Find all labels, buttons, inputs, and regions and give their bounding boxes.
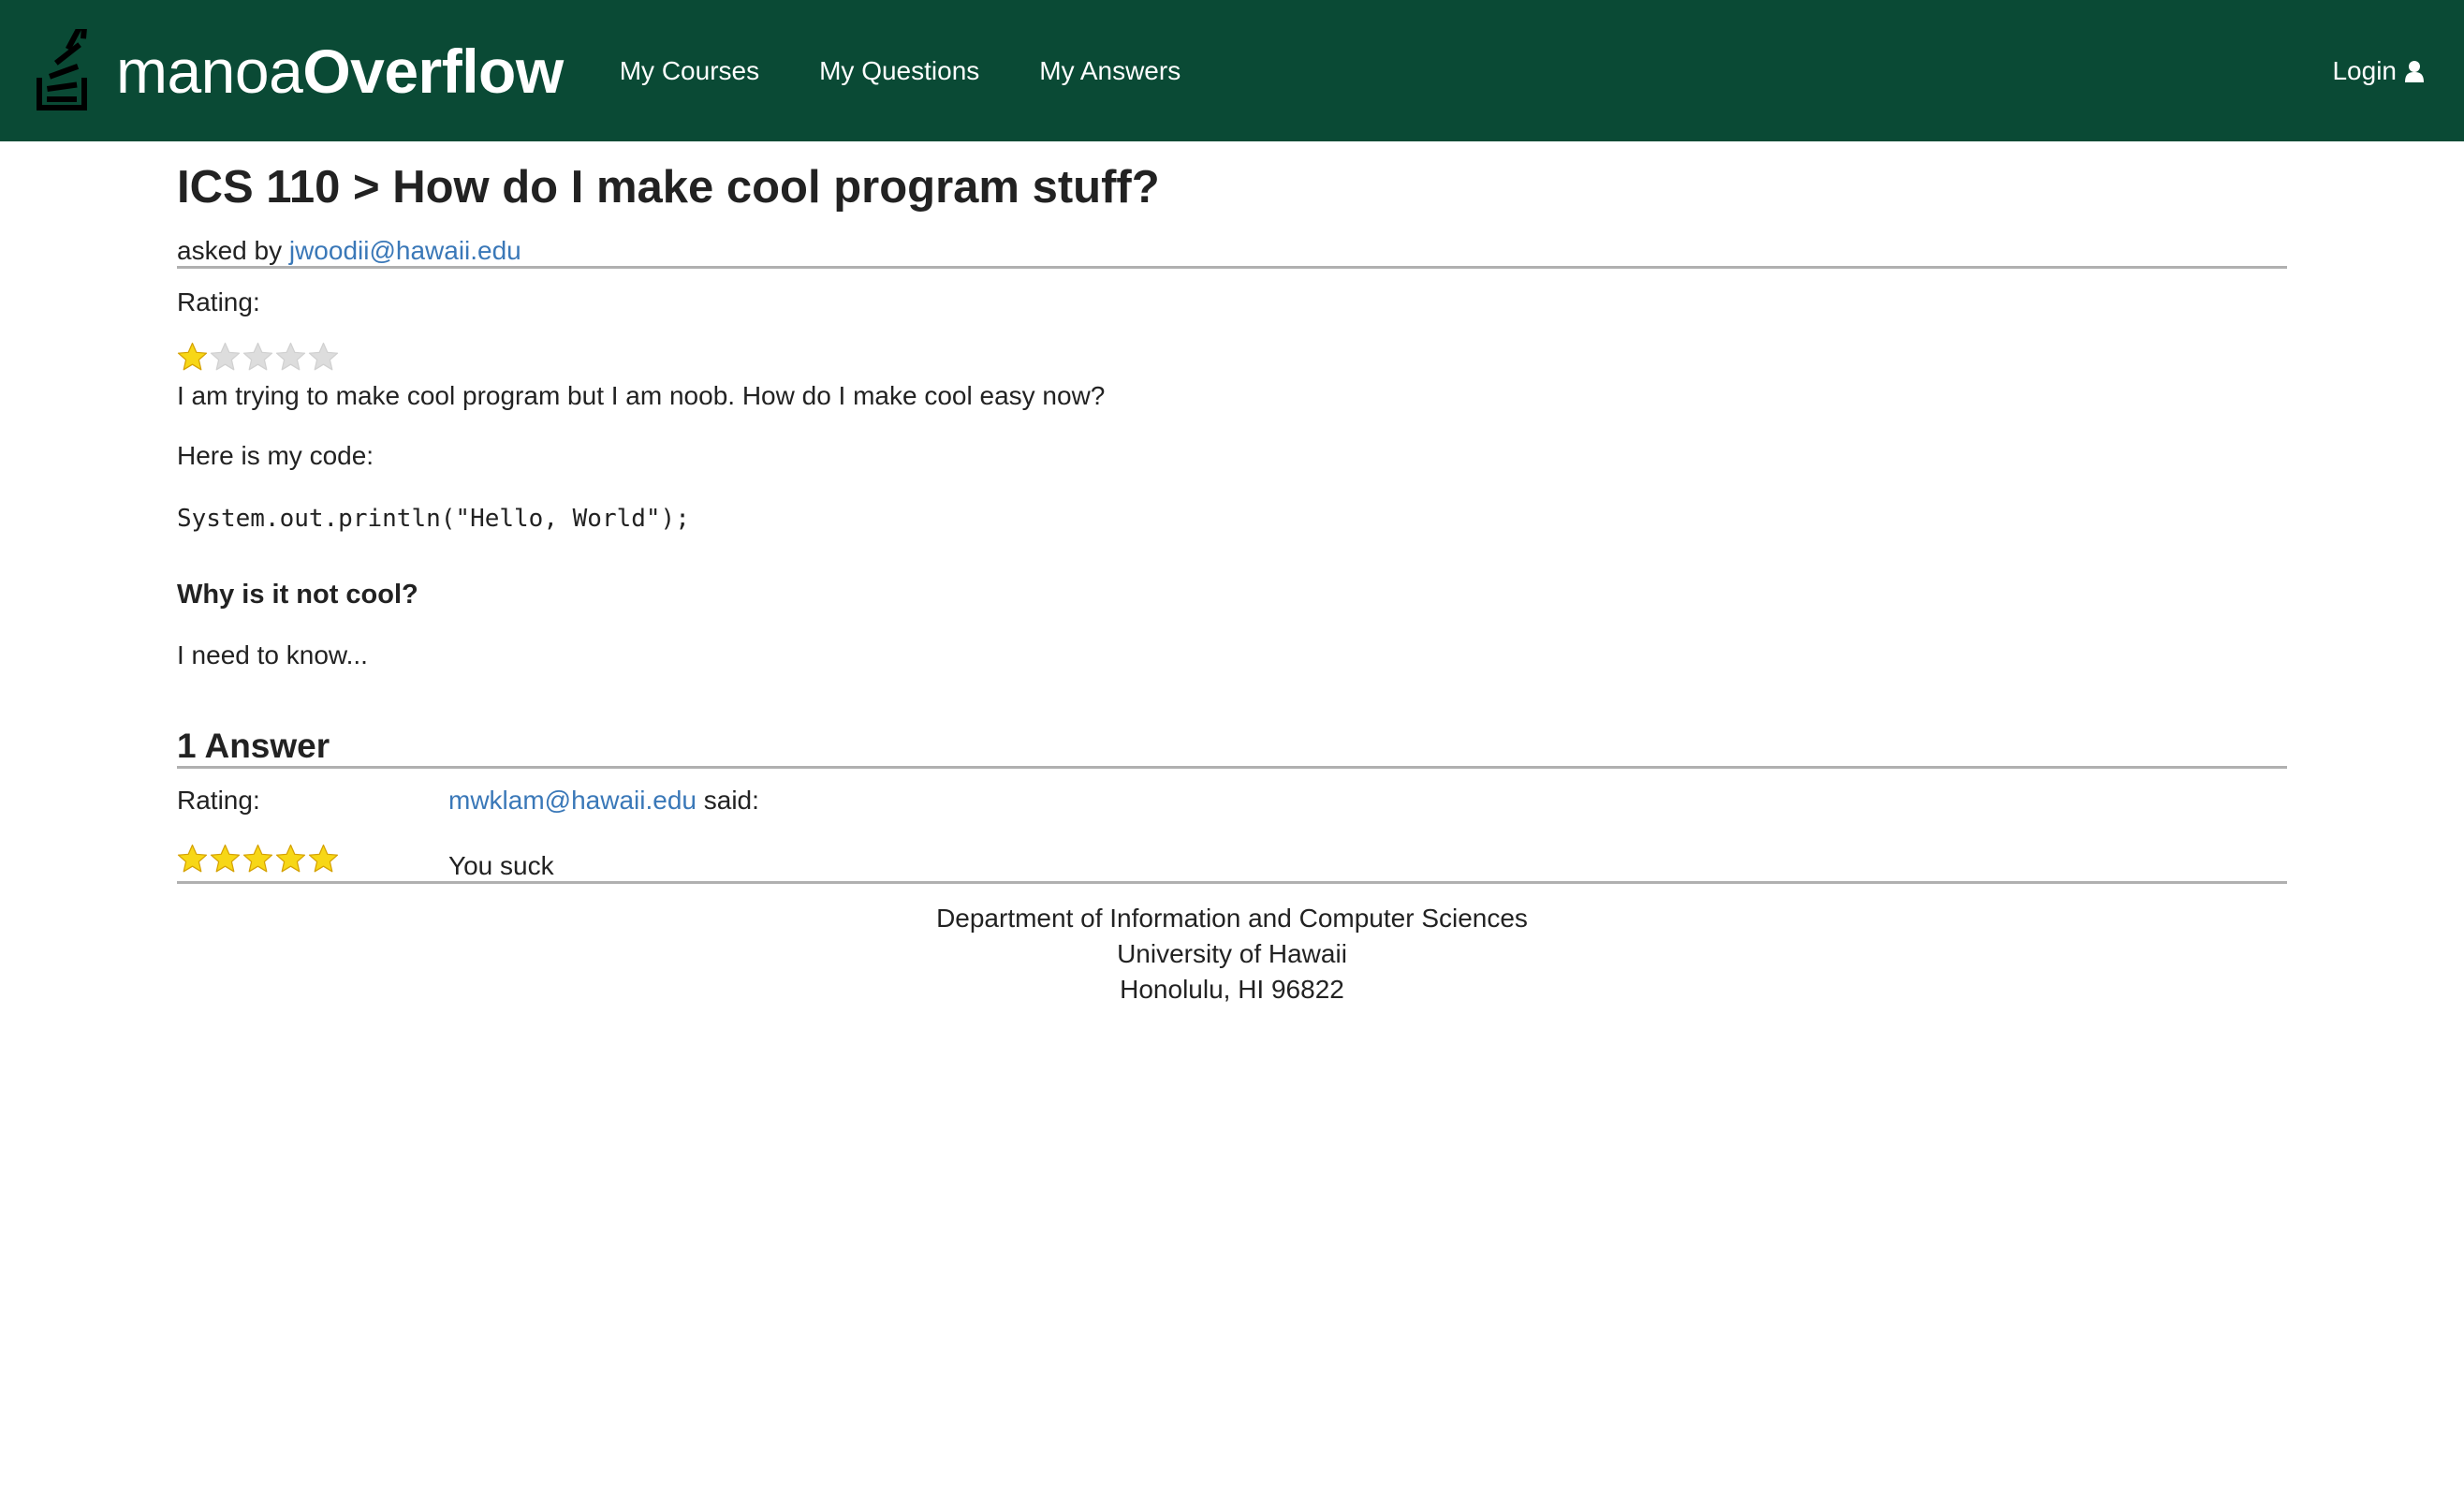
- code-block: System.out.println("Hello, World");: [177, 505, 690, 534]
- brand-name: manoaOverflow: [116, 36, 564, 107]
- login-link[interactable]: Login: [2332, 0, 2425, 141]
- footer-line-university: University of Hawaii: [1117, 939, 1347, 969]
- star-icon[interactable]: [308, 844, 339, 875]
- question-closing: I need to know...: [177, 640, 368, 670]
- login-label: Login: [2332, 55, 2397, 85]
- code-intro: Here is my code:: [177, 441, 374, 471]
- brand-bold: Overflow: [302, 36, 564, 106]
- answer-rating-label: Rating:: [177, 786, 260, 816]
- question-rating-stars[interactable]: [177, 342, 2287, 373]
- star-icon[interactable]: [275, 844, 306, 875]
- star-icon[interactable]: [210, 844, 241, 875]
- star-icon[interactable]: [177, 844, 208, 875]
- user-icon: [2405, 60, 2424, 82]
- nav-my-questions[interactable]: My Questions: [819, 56, 979, 86]
- footer-line-department: Department of Information and Computer S…: [936, 904, 1528, 934]
- nav-my-answers[interactable]: My Answers: [1039, 56, 1181, 86]
- star-icon[interactable]: [275, 342, 306, 373]
- stack-logo-icon: [37, 28, 89, 110]
- question-rating-label: Rating:: [177, 287, 260, 316]
- brand-light: manoa: [116, 36, 303, 106]
- star-icon[interactable]: [242, 342, 273, 373]
- asked-by-prefix: asked by: [177, 235, 283, 265]
- answer-item: Rating: mwklam@hawaii.edu said: You suck: [177, 786, 2287, 881]
- nav-links: My Courses My Questions My Answers: [620, 56, 1240, 86]
- question-subheading: Why is it not cool?: [177, 580, 418, 610]
- question-divider: [177, 265, 2287, 269]
- star-icon[interactable]: [308, 342, 339, 373]
- answers-divider: [177, 766, 2287, 770]
- star-icon[interactable]: [210, 342, 241, 373]
- answer-body: You suck: [448, 851, 554, 881]
- question-body: I am trying to make cool program but I a…: [177, 380, 1106, 410]
- footer-divider: [177, 881, 2287, 885]
- navbar: manoaOverflow My Courses My Questions My…: [0, 0, 2464, 141]
- answer-author-link[interactable]: mwklam@hawaii.edu: [448, 786, 697, 815]
- answer-said: said:: [703, 786, 759, 816]
- answer-rating-stars[interactable]: [177, 844, 448, 875]
- question-author-link[interactable]: jwoodii@hawaii.edu: [289, 236, 521, 265]
- asked-by-line: asked by jwoodii@hawaii.edu: [177, 236, 2287, 266]
- star-icon[interactable]: [177, 342, 208, 373]
- question-title: ICS 110 > How do I make cool program stu…: [177, 162, 1160, 213]
- answer-rating: Rating:: [177, 786, 448, 881]
- answer-author-line: mwklam@hawaii.edu said:: [448, 786, 759, 816]
- brand-link[interactable]: manoaOverflow: [34, 28, 564, 113]
- answers-count: 1 Answer: [177, 727, 330, 766]
- star-icon[interactable]: [242, 844, 273, 875]
- footer-line-address: Honolulu, HI 96822: [1120, 975, 1344, 1005]
- answer-content: mwklam@hawaii.edu said: You suck: [448, 786, 759, 881]
- main-content: ICS 110 > How do I make cool program stu…: [177, 141, 2287, 1007]
- footer: Department of Information and Computer S…: [177, 901, 2287, 1007]
- nav-my-courses[interactable]: My Courses: [620, 56, 759, 86]
